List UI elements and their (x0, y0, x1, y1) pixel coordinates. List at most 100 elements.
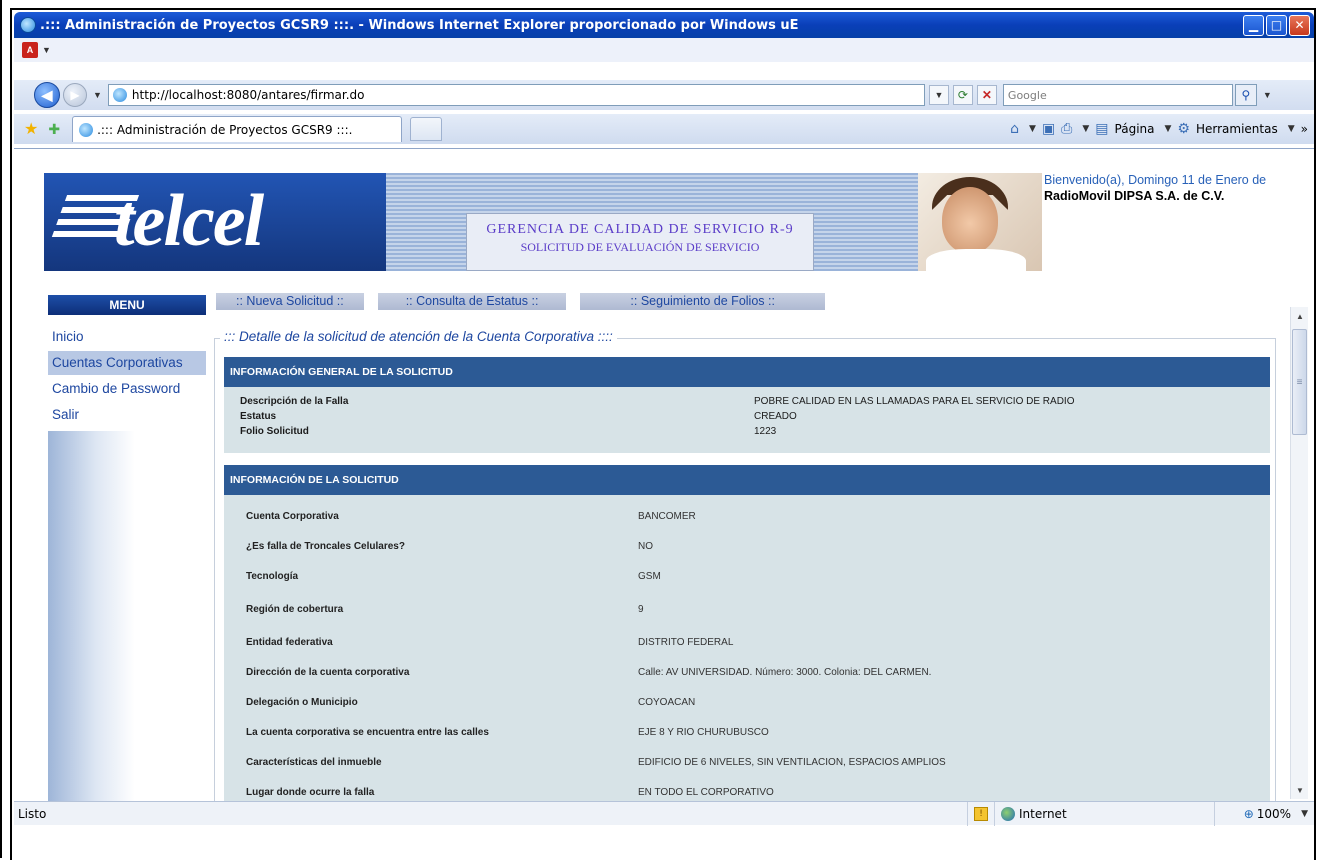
new-tab-button[interactable] (410, 117, 443, 141)
zoom-dropdown-icon[interactable]: ▼ (1301, 809, 1308, 819)
refresh-icon[interactable]: ⟳ (952, 85, 973, 105)
back-button[interactable]: ◀ (34, 82, 60, 108)
info-row-value: 9 (638, 603, 644, 615)
pdf-icon[interactable]: A (22, 42, 38, 58)
gear-icon: ⚙ (1177, 121, 1190, 137)
info-row-value: GSM (638, 570, 661, 582)
home-icon[interactable]: ⌂ (1010, 121, 1019, 137)
search-placeholder: Google (1007, 88, 1047, 102)
url-input[interactable]: http://localhost:8080/antares/firmar.do (107, 84, 925, 106)
tab-page-icon (79, 122, 94, 137)
info-row-value: Calle: AV UNIVERSIDAD. Número: 3000. Col… (638, 666, 932, 678)
info-row: La cuenta corporativa se encuentra entre… (224, 717, 1270, 747)
window-titlebar[interactable]: .::: Administración de Proyectos GCSR9 :… (14, 12, 1314, 38)
close-button[interactable]: ✕ (1289, 14, 1310, 36)
detail-legend: ::: Detalle de la solicitud de atención … (220, 329, 617, 344)
general-row: Estatus CREADO (224, 411, 1270, 426)
scroll-down-icon[interactable]: ▼ (1291, 781, 1309, 799)
info-row-value: NO (638, 540, 653, 552)
page-menu-icon: ▤ (1095, 121, 1109, 137)
scroll-up-icon[interactable]: ▲ (1291, 307, 1309, 325)
info-row: Lugar donde ocurre la falla EN TODO EL C… (224, 777, 1270, 801)
menu-item-cuentas-corporativas[interactable]: Cuentas Corporativas (48, 351, 206, 375)
forward-button[interactable]: ▶ (63, 83, 87, 107)
info-row: ¿Es falla de Troncales Celulares? NO (224, 531, 1270, 561)
company-text: RadioMovil DIPSA S.A. de C.V. (1044, 189, 1225, 203)
maximize-button[interactable]: □ (1266, 14, 1287, 36)
globe-icon (1001, 806, 1015, 821)
menu-item-inicio[interactable]: Inicio (48, 325, 206, 349)
info-row: Características del inmueble EDIFICIO DE… (224, 747, 1270, 777)
protected-mode-segment: ! (967, 801, 994, 826)
page-content: telcel GERENCIA DE CALIDAD DE SERVICIO R… (14, 148, 1314, 801)
chevron-down-icon[interactable]: ▼ (42, 45, 51, 55)
request-info-body: Cuenta Corporativa BANCOMER ¿Es falla de… (224, 495, 1270, 801)
window-title: .::: Administración de Proyectos GCSR9 :… (40, 17, 799, 33)
info-row: Región de cobertura 9 (224, 591, 1270, 627)
info-row-label: Lugar donde ocurre la falla (246, 786, 375, 798)
page-icon (112, 88, 127, 102)
banner-heading-2: SOLICITUD DE EVALUACIÓN DE SERVICIO (520, 240, 760, 254)
zoom-icon: ⊕ (1243, 806, 1254, 821)
stop-icon[interactable]: ✕ (976, 85, 997, 105)
nueva-solicitud-link[interactable]: :: Nueva Solicitud :: (216, 293, 364, 310)
info-row-label: Entidad federativa (246, 636, 333, 648)
search-input[interactable]: Google (1002, 84, 1233, 106)
minimize-button[interactable]: ▁ (1243, 14, 1264, 36)
general-row-value: 1223 (754, 426, 777, 437)
menu-decoration (48, 431, 206, 801)
info-row-label: Dirección de la cuenta corporativa (246, 666, 410, 678)
tab-bar: ★ ✚ .::: Administración de Proyectos GCS… (14, 114, 1314, 144)
status-bar: Listo ! Internet ⊕ 100% ▼ (14, 801, 1314, 826)
info-row: Dirección de la cuenta corporativa Calle… (224, 657, 1270, 687)
menu-title: MENU (48, 295, 206, 315)
info-row-label: Delegación o Municipio (246, 696, 358, 708)
general-row-label: Estatus (240, 411, 277, 422)
general-info-body: Descripción de la Falla POBRE CALIDAD EN… (224, 387, 1270, 453)
add-favorite-icon[interactable]: ✚ (48, 121, 60, 138)
info-row-label: Región de cobertura (246, 603, 344, 615)
tab-current[interactable]: .::: Administración de Proyectos GCSR9 :… (72, 116, 403, 142)
menu-item-salir[interactable]: Salir (48, 403, 206, 427)
info-row-label: Cuenta Corporativa (246, 510, 339, 522)
feeds-icon[interactable]: ▣ (1042, 121, 1055, 137)
seguimiento-folios-link[interactable]: :: Seguimiento de Folios :: (580, 293, 825, 310)
print-dropdown-icon[interactable]: ▼ (1082, 124, 1089, 134)
more-chevron-icon[interactable]: » (1301, 122, 1308, 136)
general-row-value: CREADO (754, 411, 797, 422)
search-options-icon[interactable]: ▼ (1263, 90, 1272, 100)
history-dropdown-icon[interactable]: ▼ (93, 90, 102, 100)
consulta-estatus-link[interactable]: :: Consulta de Estatus :: (377, 293, 567, 310)
info-row-value: EJE 8 Y RIO CHURUBUSCO (638, 726, 769, 738)
search-icon[interactable]: ⚲ (1234, 84, 1257, 106)
zoom-segment[interactable]: ⊕ 100% ▼ (1214, 801, 1314, 826)
zone-segment: Internet (994, 801, 1214, 826)
info-row: Delegación o Municipio COYOACAN (224, 687, 1270, 717)
info-row: Entidad federativa DISTRITO FEDERAL (224, 627, 1270, 657)
menu-item-cambio-password[interactable]: Cambio de Password (48, 377, 206, 401)
tools-menu-button[interactable]: Herramientas (1196, 122, 1278, 136)
print-icon[interactable]: ⎙ (1061, 121, 1072, 137)
info-row-label: ¿Es falla de Troncales Celulares? (246, 540, 405, 552)
info-row: Cuenta Corporativa BANCOMER (224, 501, 1270, 531)
top-navigation: :: Nueva Solicitud :: :: Consulta de Est… (216, 293, 825, 310)
banner-title-box: GERENCIA DE CALIDAD DE SERVICIO R-9 SOLI… (466, 213, 814, 271)
tools-dropdown-icon[interactable]: ▼ (1288, 124, 1295, 134)
tab-title: .::: Administración de Proyectos GCSR9 :… (97, 122, 353, 137)
welcome-text: Bienvenido(a), Domingo 11 de Enero de (1044, 173, 1267, 187)
url-text: http://localhost:8080/antares/firmar.do (131, 88, 365, 102)
banner-photo (918, 173, 1042, 271)
scroll-thumb[interactable]: ≡ (1292, 329, 1307, 435)
toolbar-row: A ▼ (14, 38, 1314, 62)
side-menu: Inicio Cuentas Corporativas Cambio de Pa… (48, 325, 206, 429)
warning-icon[interactable]: ! (974, 806, 988, 821)
general-row: Descripción de la Falla POBRE CALIDAD EN… (224, 396, 1270, 411)
page-menu-button[interactable]: Página (1115, 122, 1155, 136)
telcel-logo: telcel (44, 173, 386, 271)
favorites-star-icon[interactable]: ★ (24, 119, 38, 139)
home-dropdown-icon[interactable]: ▼ (1029, 124, 1036, 134)
zoom-level: 100% (1256, 806, 1292, 821)
url-dropdown-button[interactable]: ▼ (928, 85, 949, 105)
page-dropdown-icon[interactable]: ▼ (1165, 124, 1172, 134)
vertical-scrollbar[interactable]: ▲ ≡ ▼ (1290, 307, 1308, 799)
